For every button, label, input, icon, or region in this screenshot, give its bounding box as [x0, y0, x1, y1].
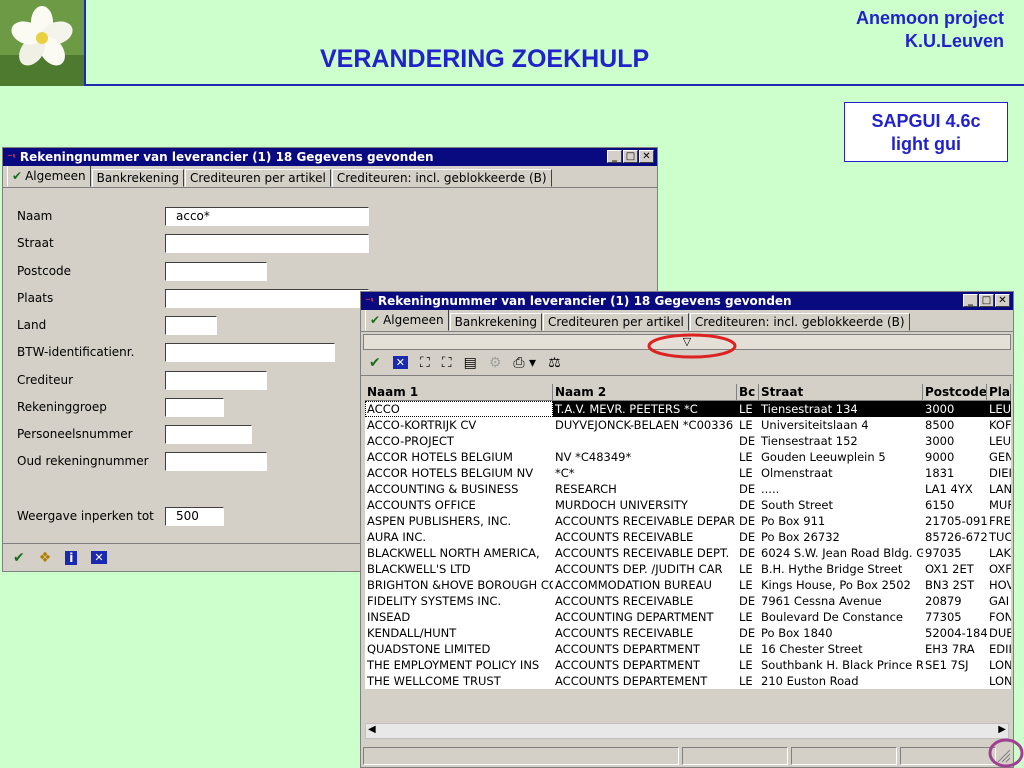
resize-grip-icon — [997, 749, 1011, 763]
annotation-layer — [647, 333, 1024, 768]
resize-grip-highlight-ellipse — [988, 738, 1024, 768]
expander-highlight-ellipse — [647, 333, 737, 359]
